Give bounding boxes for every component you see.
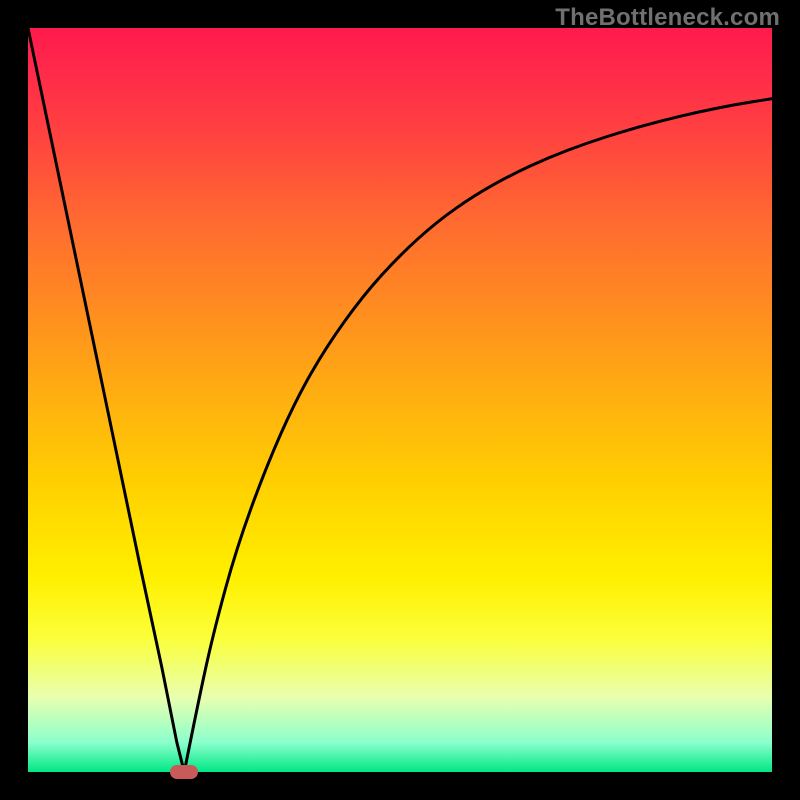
curve-right-branch bbox=[184, 99, 772, 772]
bottleneck-marker bbox=[170, 765, 198, 779]
watermark-text: TheBottleneck.com bbox=[555, 4, 780, 32]
curve-left-branch bbox=[28, 28, 184, 772]
plot-area bbox=[28, 28, 772, 772]
chart-frame: TheBottleneck.com bbox=[0, 0, 800, 800]
curve-svg bbox=[28, 28, 772, 772]
